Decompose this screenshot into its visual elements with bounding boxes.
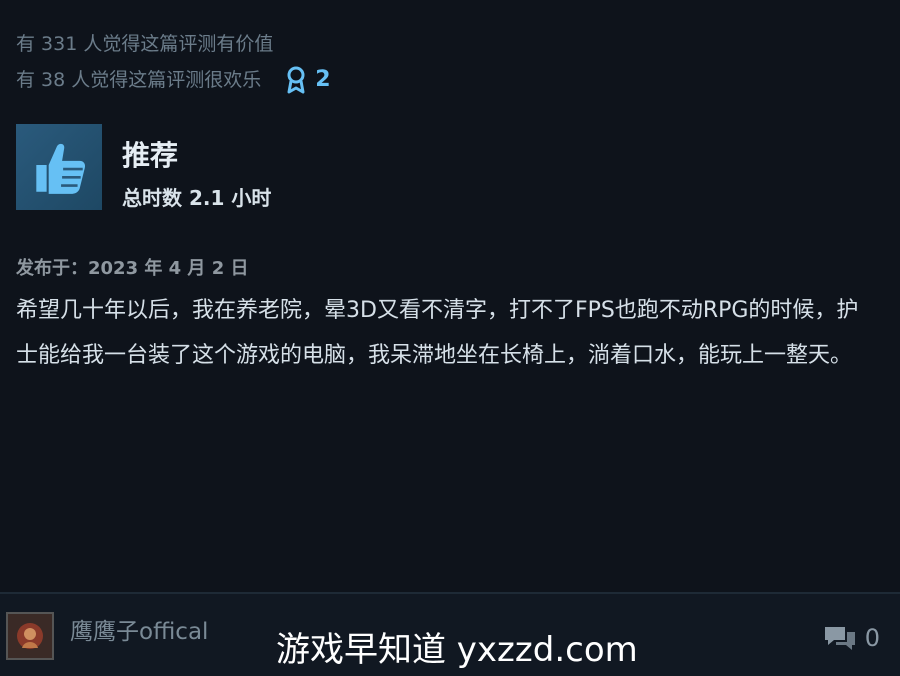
verdict-text: 推荐 总时数 2.1 小时 [122, 124, 271, 211]
helpful-useful-text: 有 331 人觉得这篇评测有价值 [16, 33, 274, 55]
playtime-hours: 总时数 2.1 小时 [122, 186, 272, 210]
avatar-image-icon [17, 623, 43, 649]
awards-badge[interactable]: 2 [285, 62, 331, 98]
helpful-useful-row: 有 331 人觉得这篇评测有价值 [16, 26, 331, 62]
avatar[interactable] [6, 612, 54, 660]
review-body: 希望几十年以后，我在养老院，晕3D又看不清字，打不了FPS也跑不动RPG的时候，… [16, 298, 859, 368]
helpful-funny-text: 有 38 人觉得这篇评测很欢乐 [16, 69, 262, 91]
helpful-votes: 有 331 人觉得这篇评测有价值 有 38 人觉得这篇评测很欢乐 2 [16, 26, 331, 98]
thumbs-up-icon [36, 143, 86, 194]
thumbs-up-box [16, 124, 102, 210]
posted-date: 发布于：2023 年 4 月 2 日 [16, 258, 249, 279]
comments-button[interactable]: 0 [823, 624, 880, 652]
helpful-funny-row: 有 38 人觉得这篇评测很欢乐 2 [16, 62, 331, 98]
review-verdict: 推荐 总时数 2.1 小时 [16, 124, 271, 211]
watermark-text: 游戏早知道 yxzzd.com [276, 630, 638, 670]
comment-icon [824, 627, 855, 650]
review-footer: 鹰鹰子offical 游戏早知道 yxzzd.com 0 [0, 594, 900, 676]
verdict-label[interactable]: 推荐 [122, 138, 271, 174]
award-ribbon-icon [287, 66, 305, 94]
awards-count: 2 [315, 67, 331, 92]
comment-count: 0 [864, 624, 880, 652]
reviewer-username[interactable]: 鹰鹰子offical [70, 612, 208, 646]
